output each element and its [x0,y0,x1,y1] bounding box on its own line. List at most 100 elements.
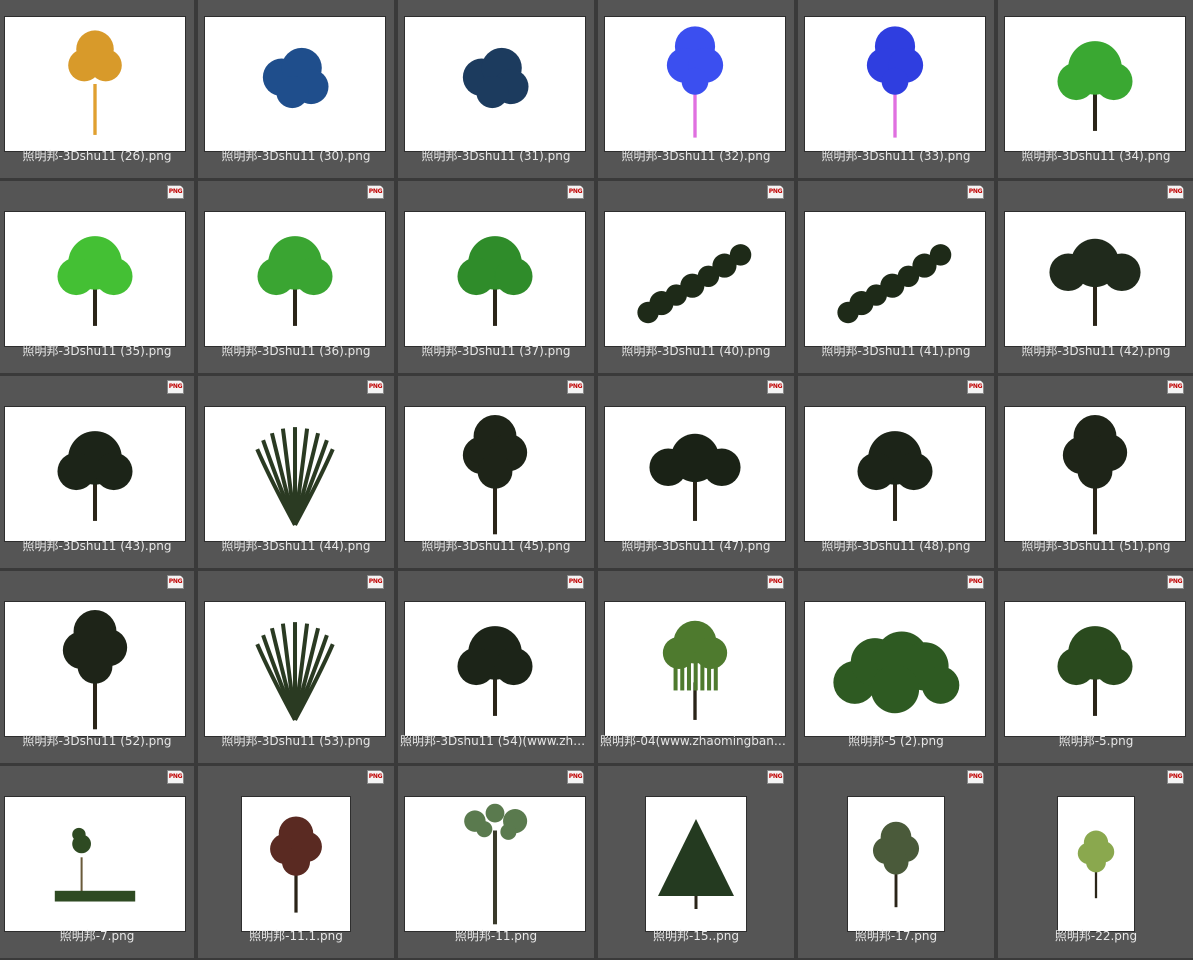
file-item[interactable]: 照明邦-3Dshu11 (26).png [0,0,194,178]
png-file-icon: PNG [167,380,184,394]
image-thumbnail[interactable] [1058,797,1134,931]
tree-image-icon [833,631,960,714]
file-name-label: 照明邦-3Dshu11 (30).png [221,149,371,163]
png-file-icon: PNG [167,575,184,589]
tree-image-icon [837,244,952,324]
png-file-icon: PNG [367,770,384,784]
file-item[interactable]: 照明邦-3Dshu11 (33).png [798,0,994,178]
file-item[interactable]: PNG 照明邦-22.png [998,766,1193,958]
file-item[interactable]: PNG 照明邦-3Dshu11 (52).png [0,571,194,763]
file-item[interactable]: PNG 照明邦-3Dshu11 (37).png [398,181,594,373]
image-thumbnail[interactable] [405,407,585,541]
file-item[interactable]: PNG 照明邦-15..png [598,766,794,958]
file-item[interactable]: PNG 照明邦-7.png [0,766,194,958]
file-item[interactable]: PNG 照明邦-3Dshu11 (35).png [0,181,194,373]
file-name-label: 照明邦-3Dshu11 (33).png [821,149,971,163]
png-file-icon: PNG [767,575,784,589]
tree-image-icon [658,819,734,909]
image-thumbnail[interactable] [605,407,785,541]
png-file-icon: PNG [1167,380,1184,394]
image-thumbnail[interactable] [805,17,985,151]
image-thumbnail[interactable] [1005,17,1185,151]
file-name-label: 照明邦-3Dshu11 (31).png [421,149,571,163]
file-item[interactable]: PNG 照明邦-3Dshu11 (54)(www.zhaomingbang.com… [398,571,594,763]
tree-image-icon [866,26,924,138]
file-item[interactable]: PNG 照明邦-3Dshu11 (41).png [798,181,994,373]
file-item[interactable]: PNG 照明邦-3Dshu11 (43).png [0,376,194,568]
image-thumbnail[interactable] [5,407,185,541]
image-thumbnail[interactable] [405,602,585,736]
file-name-label: 照明邦-3Dshu11 (53).png [221,734,371,748]
tree-image-icon [68,30,122,135]
image-thumbnail[interactable] [848,797,944,931]
file-item[interactable]: 照明邦-3Dshu11 (32).png [598,0,794,178]
png-file-icon: PNG [967,380,984,394]
file-name-label: 照明邦-3Dshu11 (35).png [22,344,172,358]
image-thumbnail[interactable] [5,797,185,931]
tree-image-icon [1057,41,1133,131]
file-item[interactable]: PNG 照明邦-3Dshu11 (45).png [398,376,594,568]
file-item[interactable]: PNG 照明邦-3Dshu11 (48).png [798,376,994,568]
tree-image-icon [872,821,920,908]
tree-image-icon [54,827,136,902]
file-thumbnail-grid: 照明邦-3Dshu11 (26).png 照明邦-3Dshu11 (30).png… [0,0,1193,960]
file-item[interactable]: PNG 照明邦-04(www.zhaomingbang.com).png [598,571,794,763]
image-thumbnail[interactable] [5,212,185,346]
file-item[interactable]: 照明邦-3Dshu11 (34).png [998,0,1193,178]
image-thumbnail[interactable] [605,212,785,346]
png-file-icon: PNG [767,380,784,394]
tree-image-icon [1077,830,1115,899]
tree-image-icon [262,47,329,109]
image-thumbnail[interactable] [405,212,585,346]
file-name-label: 照明邦-04(www.zhaomingbang.com).png [600,734,794,748]
image-thumbnail[interactable] [205,407,385,541]
file-item[interactable]: PNG 照明邦-3Dshu11 (42).png [998,181,1193,373]
tree-image-icon [255,427,335,526]
file-name-label: 照明邦-3Dshu11 (32).png [621,149,771,163]
file-item[interactable]: PNG 照明邦-5.png [998,571,1193,763]
image-thumbnail[interactable] [405,17,585,151]
image-thumbnail[interactable] [5,602,185,736]
file-name-label: 照明邦-3Dshu11 (45).png [421,539,571,553]
image-thumbnail[interactable] [605,17,785,151]
image-thumbnail[interactable] [205,212,385,346]
image-thumbnail[interactable] [242,797,350,931]
file-item[interactable]: PNG 照明邦-3Dshu11 (40).png [598,181,794,373]
image-thumbnail[interactable] [605,602,785,736]
image-thumbnail[interactable] [1005,602,1185,736]
file-name-label: 照明邦-3Dshu11 (47).png [621,539,771,553]
png-file-icon: PNG [1167,770,1184,784]
image-thumbnail[interactable] [205,17,385,151]
file-item[interactable]: 照明邦-3Dshu11 (30).png [198,0,394,178]
file-name-label: 照明邦-5 (2).png [848,734,944,748]
file-item[interactable]: PNG 照明邦-3Dshu11 (47).png [598,376,794,568]
image-thumbnail[interactable] [805,602,985,736]
png-file-icon: PNG [167,185,184,199]
file-item[interactable]: PNG 照明邦-11.1.png [198,766,394,958]
image-thumbnail[interactable] [205,602,385,736]
file-item[interactable]: PNG 照明邦-3Dshu11 (53).png [198,571,394,763]
image-thumbnail[interactable] [805,407,985,541]
tree-image-icon [1057,626,1133,716]
file-name-label: 照明邦-3Dshu11 (48).png [821,539,971,553]
file-item[interactable]: PNG 照明邦-3Dshu11 (51).png [998,376,1193,568]
png-file-icon: PNG [767,185,784,199]
tree-image-icon [457,236,533,326]
file-item[interactable]: PNG 照明邦-5 (2).png [798,571,994,763]
image-thumbnail[interactable] [405,797,585,931]
file-item[interactable]: PNG 照明邦-17.png [798,766,994,958]
file-name-label: 照明邦-3Dshu11 (43).png [22,539,172,553]
file-item[interactable]: PNG 照明邦-3Dshu11 (36).png [198,181,394,373]
image-thumbnail[interactable] [1005,212,1185,346]
file-item[interactable]: 照明邦-3Dshu11 (31).png [398,0,594,178]
image-thumbnail[interactable] [5,17,185,151]
image-thumbnail[interactable] [1005,407,1185,541]
image-thumbnail[interactable] [805,212,985,346]
png-file-icon: PNG [1167,185,1184,199]
file-name-label: 照明邦-11.1.png [249,929,343,943]
png-file-icon: PNG [567,380,584,394]
image-thumbnail[interactable] [646,797,746,931]
file-item[interactable]: PNG 照明邦-11.png [398,766,594,958]
file-name-label: 照明邦-11.png [454,929,538,943]
file-item[interactable]: PNG 照明邦-3Dshu11 (44).png [198,376,394,568]
